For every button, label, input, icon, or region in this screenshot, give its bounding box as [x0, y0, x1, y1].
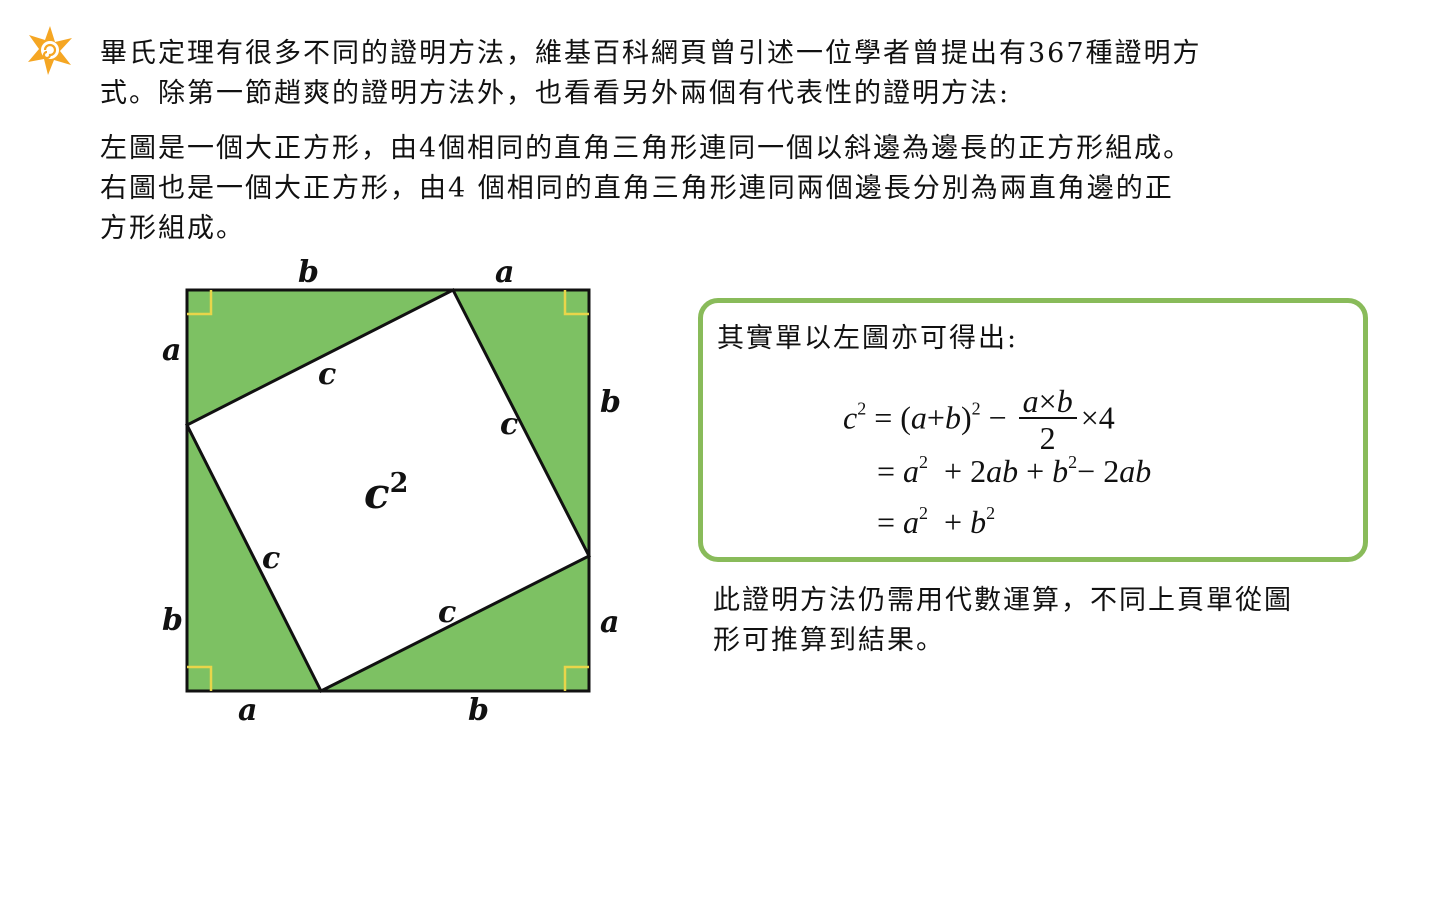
f2-b-exp: 2 — [1068, 452, 1078, 472]
formula-line-1: c2 = (a+b)2 − a×b 2 ×4 — [843, 385, 1115, 457]
f1-minus: − — [988, 399, 1007, 436]
label-top-a: a — [495, 255, 514, 290]
f1-b: b — [944, 399, 961, 436]
f1-num-a: a — [1022, 383, 1039, 419]
f2-a-exp: 2 — [919, 452, 929, 472]
f2-minus: − — [1077, 453, 1096, 489]
f1-exp: 2 — [971, 398, 981, 419]
intro-line-2: 式。除第一節趙爽的證明方法外，也看看另外兩個有代表性的證明方法: — [100, 78, 1011, 109]
label-hyp-right: c — [500, 407, 518, 442]
label-hyp-top: c — [318, 357, 336, 392]
f2-eq: = — [877, 453, 896, 489]
description-paragraph: 左圖是一個大正方形，由4個相同的直角三角形連同一個以斜邊為邊長的正方形組成。 右… — [100, 129, 1192, 249]
f3-eq: = — [877, 504, 896, 540]
formula-intro: 其實單以左圖亦可得出: — [717, 323, 1019, 354]
intro-paragraph: 畢氏定理有很多不同的證明方法，維基百科網頁曾引述一位學者曾提出有367種證明方 … — [100, 34, 1202, 114]
f1-num-times: × — [1038, 383, 1057, 419]
f2-ab2: ab — [1119, 453, 1152, 489]
label-hyp-left: c — [262, 541, 280, 576]
label-bottom-a: a — [238, 693, 257, 728]
conclusion-line-1: 此證明方法仍需用代數運算，不同上頁單從圖 — [713, 585, 1293, 616]
description-line-2: 右圖也是一個大正方形，由4 個相同的直角三角形連同兩個邊長分別為兩直角邊的正 — [100, 173, 1174, 204]
conclusion-line-2: 形可推算到結果。 — [713, 625, 945, 656]
f2-plus2: + — [1026, 453, 1045, 489]
f1-c: c — [843, 399, 858, 436]
description-line-3: 方形組成。 — [100, 213, 245, 244]
label-left-a: a — [162, 333, 181, 368]
f1-open: ( — [900, 399, 911, 436]
f1-num-b: b — [1056, 383, 1073, 419]
f2-a: a — [903, 453, 920, 489]
center-exponent: 2 — [390, 468, 409, 499]
label-right-b: b — [600, 385, 621, 420]
f3-a-exp: 2 — [919, 503, 929, 523]
f1-plus: + — [926, 399, 945, 436]
f1-times4: × — [1080, 399, 1099, 436]
f2-b: b — [1052, 453, 1069, 489]
f2-two: 2 — [970, 453, 987, 489]
f2-plus1: + — [944, 453, 963, 489]
formula-line-2: = a2 + 2ab + b2− 2ab — [877, 453, 1151, 490]
f1-close: ) — [960, 399, 972, 436]
f1-fraction: a×b 2 — [1018, 383, 1077, 457]
description-line-1: 左圖是一個大正方形，由4個相同的直角三角形連同一個以斜邊為邊長的正方形組成。 — [100, 133, 1193, 164]
f1-four: 4 — [1098, 399, 1115, 436]
f3-plus: + — [944, 504, 963, 540]
label-hyp-bottom: c — [438, 595, 456, 630]
f1-a: a — [910, 399, 927, 436]
f3-a: a — [903, 504, 920, 540]
label-bottom-b: b — [468, 693, 489, 728]
f1-c-exp: 2 — [857, 398, 867, 419]
center-c: c — [364, 469, 390, 518]
label-top-b: b — [298, 255, 319, 290]
formula-box: 其實單以左圖亦可得出: c2 = (a+b)2 − a×b 2 ×4 = a2 … — [698, 298, 1368, 562]
f1-eq: = — [874, 399, 893, 436]
f3-b-exp: 2 — [986, 503, 996, 523]
label-right-a: a — [600, 605, 619, 640]
star-logo-icon — [28, 26, 72, 75]
f1-numerator: a×b — [1018, 383, 1077, 419]
pythagoras-square-diagram: b a a b b a a b c c c c c2 — [162, 255, 621, 728]
formula-line-3: = a2 + b2 — [877, 504, 995, 541]
f2-ab: ab — [986, 453, 1019, 489]
label-left-b: b — [162, 603, 183, 638]
conclusion-paragraph: 此證明方法仍需用代數運算，不同上頁單從圖 形可推算到結果。 — [713, 581, 1293, 661]
intro-line-1: 畢氏定理有很多不同的證明方法，維基百科網頁曾引述一位學者曾提出有367種證明方 — [100, 38, 1202, 69]
f3-b: b — [970, 504, 987, 540]
f2-two2: 2 — [1103, 453, 1120, 489]
